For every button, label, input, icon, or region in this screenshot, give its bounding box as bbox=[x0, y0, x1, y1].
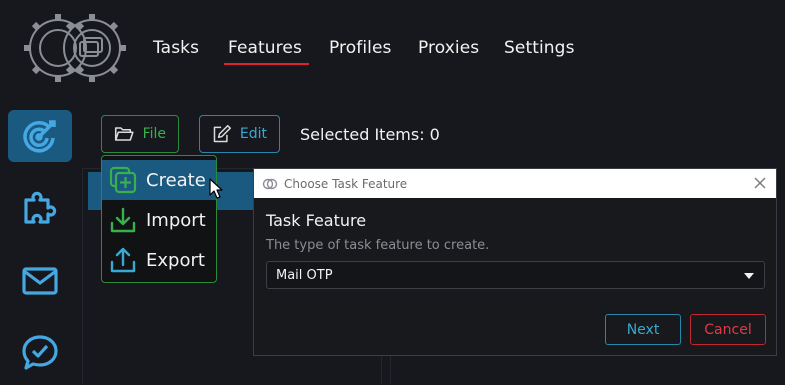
dialog-titlebar[interactable]: Choose Task Feature bbox=[254, 169, 776, 198]
chat-check-icon bbox=[22, 335, 58, 370]
nav-proxies[interactable]: Proxies bbox=[418, 38, 479, 58]
select-value: Mail OTP bbox=[276, 267, 333, 283]
app-logo bbox=[24, 14, 126, 82]
selected-items-count: Selected Items: 0 bbox=[300, 125, 440, 144]
download-icon bbox=[110, 207, 136, 233]
dialog-heading: Task Feature bbox=[266, 211, 367, 230]
task-feature-select[interactable]: Mail OTP bbox=[266, 261, 765, 289]
active-nav-underline bbox=[224, 63, 309, 65]
puzzle-icon bbox=[24, 191, 57, 224]
nav-profiles[interactable]: Profiles bbox=[329, 38, 392, 58]
file-menu: Create Import Export bbox=[101, 155, 217, 283]
sidebar-item-tasks-features[interactable] bbox=[8, 110, 72, 162]
menu-item-import[interactable]: Import bbox=[102, 200, 216, 240]
nav-settings[interactable]: Settings bbox=[504, 38, 575, 58]
app-logo-small-icon bbox=[262, 178, 278, 189]
sidebar-item-chat[interactable] bbox=[8, 326, 72, 378]
mouse-cursor-icon bbox=[209, 178, 223, 199]
target-icon bbox=[23, 120, 56, 153]
folder-open-icon bbox=[114, 127, 134, 141]
add-file-icon bbox=[109, 166, 137, 194]
cancel-button[interactable]: Cancel bbox=[690, 314, 766, 345]
menu-item-label: Export bbox=[146, 249, 205, 271]
edit-button-label: Edit bbox=[239, 126, 267, 142]
menu-item-label: Create bbox=[146, 169, 206, 191]
mail-icon bbox=[22, 267, 58, 295]
close-icon[interactable] bbox=[752, 175, 768, 191]
dialog-description: The type of task feature to create. bbox=[266, 238, 490, 253]
next-button[interactable]: Next bbox=[605, 314, 681, 345]
caret-down-icon bbox=[744, 273, 754, 279]
edit-icon bbox=[213, 124, 231, 143]
menu-item-export[interactable]: Export bbox=[102, 240, 216, 280]
nav-features[interactable]: Features bbox=[228, 38, 302, 58]
edit-button[interactable]: Edit bbox=[199, 115, 280, 153]
menu-item-create[interactable]: Create bbox=[102, 160, 216, 200]
file-button-label: File bbox=[142, 126, 166, 142]
dialog-title: Choose Task Feature bbox=[284, 176, 408, 191]
sidebar-item-mail[interactable] bbox=[8, 254, 72, 306]
choose-task-feature-dialog: Choose Task Feature Task Feature The typ… bbox=[253, 168, 777, 356]
sidebar-item-features[interactable] bbox=[8, 182, 72, 234]
nav-tasks[interactable]: Tasks bbox=[153, 38, 199, 58]
menu-item-label: Import bbox=[146, 209, 206, 231]
upload-icon bbox=[110, 247, 136, 273]
file-button[interactable]: File bbox=[101, 115, 179, 153]
